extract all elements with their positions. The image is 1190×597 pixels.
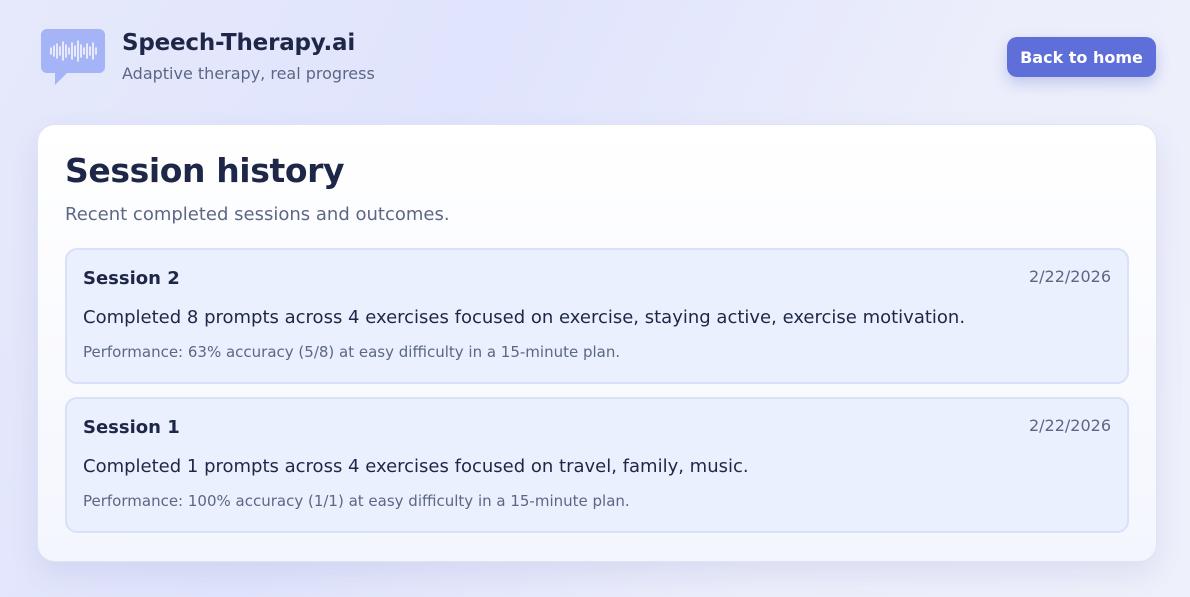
session-summary: Completed 8 prompts across 4 exercises f… xyxy=(83,307,966,328)
page-title: Session history xyxy=(65,151,345,190)
brand-title: Speech-Therapy.ai xyxy=(122,30,356,56)
session-title: Session 2 xyxy=(83,268,180,289)
app-header: Speech-Therapy.ai Adaptive therapy, real… xyxy=(0,0,1190,110)
session-history-card: Session history Recent completed session… xyxy=(37,124,1157,562)
session-date: 2/22/2026 xyxy=(1028,267,1111,286)
page-subtitle: Recent completed sessions and outcomes. xyxy=(65,204,450,225)
session-summary: Completed 1 prompts across 4 exercises f… xyxy=(83,456,749,477)
back-to-home-button[interactable]: Back to home xyxy=(1007,37,1156,77)
session-item: Session 1 2/22/2026 Completed 1 prompts … xyxy=(65,397,1129,533)
session-performance: Performance: 100% accuracy (1/1) at easy… xyxy=(83,492,630,510)
brand-tagline: Adaptive therapy, real progress xyxy=(122,64,375,83)
session-date: 2/22/2026 xyxy=(1028,416,1111,435)
session-title: Session 1 xyxy=(83,417,180,438)
session-performance: Performance: 63% accuracy (5/8) at easy … xyxy=(83,343,621,361)
speech-bubble-waveform-icon xyxy=(41,29,105,85)
session-item: Session 2 2/22/2026 Completed 8 prompts … xyxy=(65,248,1129,384)
